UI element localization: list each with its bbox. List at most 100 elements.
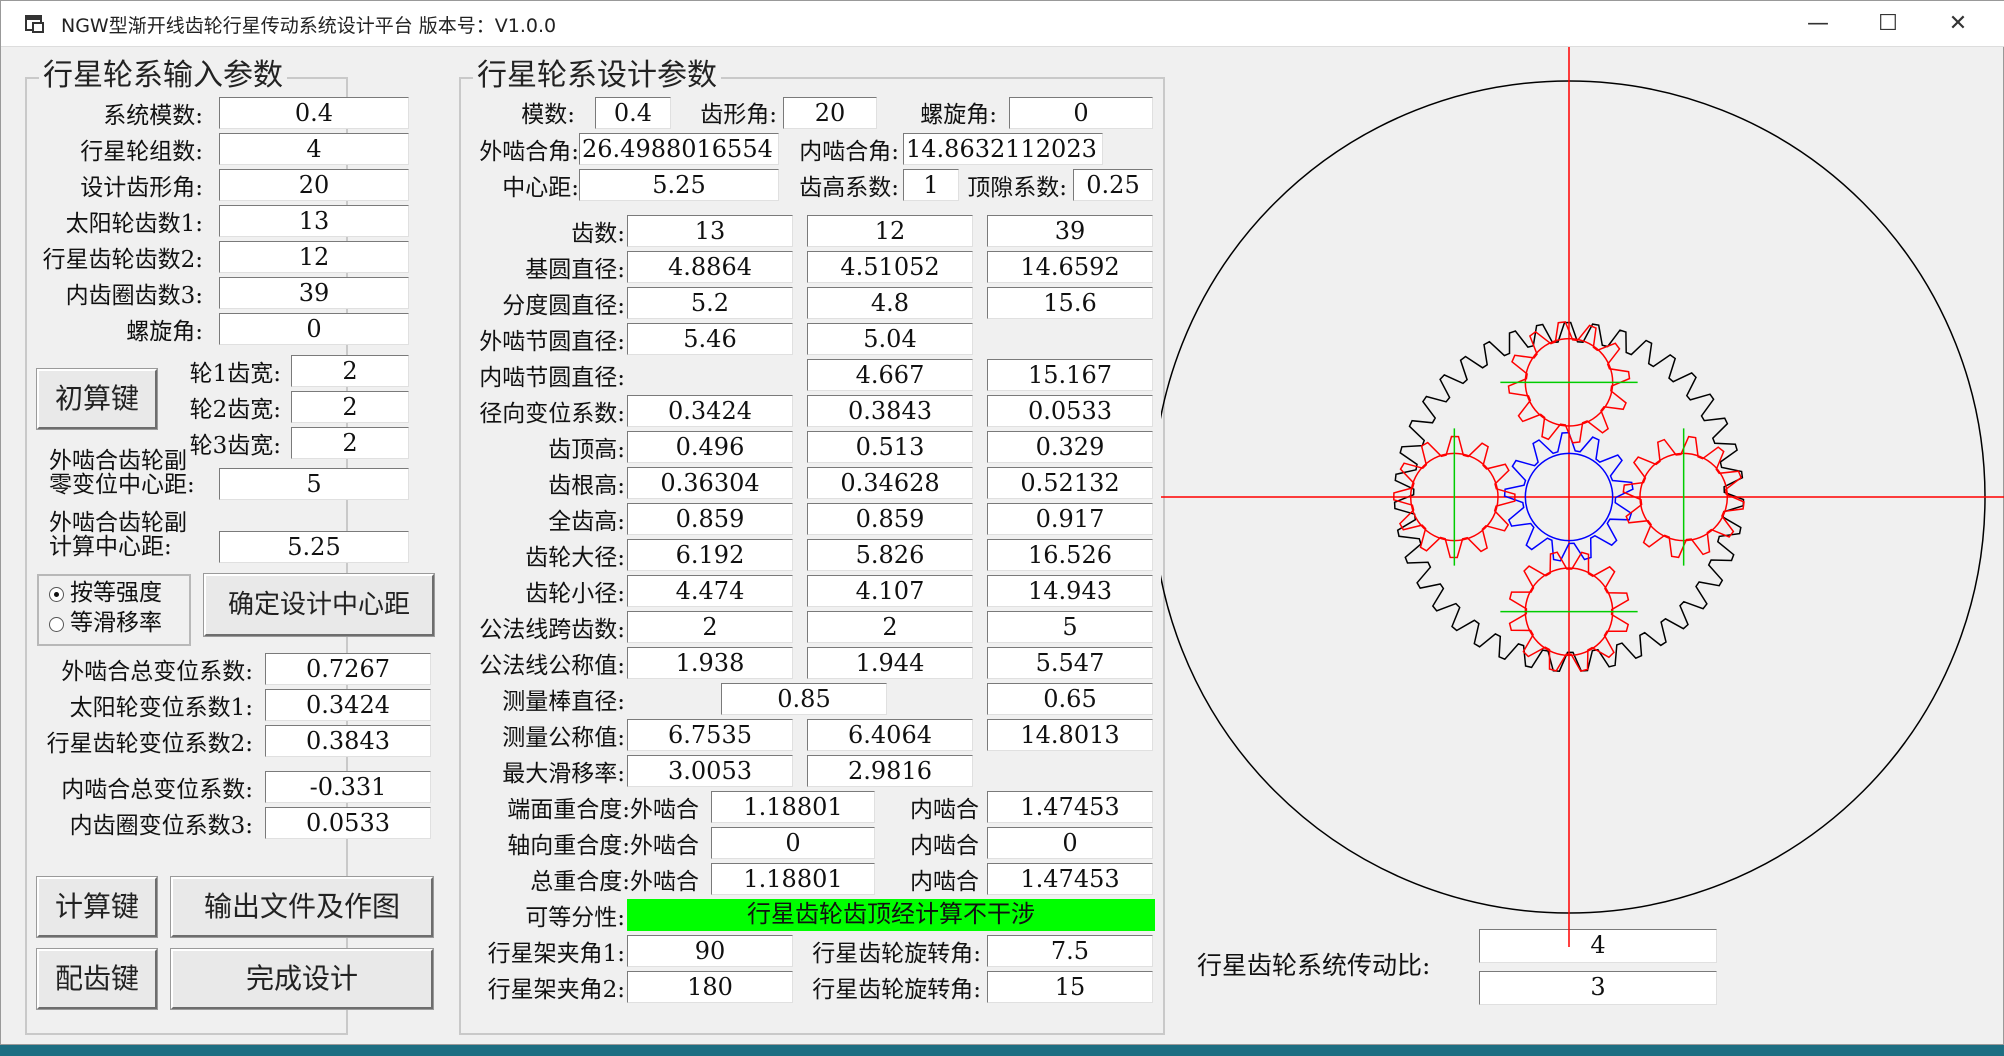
match-teeth-button[interactable]: 配齿键 — [36, 948, 158, 1010]
table-cell-12-2[interactable]: 5.547 — [987, 647, 1153, 679]
input-field-4[interactable]: 12 — [219, 241, 409, 273]
table-cell-10-0[interactable]: 4.474 — [627, 575, 793, 607]
center-field[interactable]: 5.25 — [579, 169, 779, 201]
addendum-label: 齿高系数: — [799, 175, 899, 201]
slide-field-0[interactable]: 3.0053 — [627, 755, 793, 787]
table-cell-5-0[interactable]: 0.3424 — [627, 395, 793, 427]
table-cell-11-1[interactable]: 2 — [807, 611, 973, 643]
minimize-button[interactable]: — — [1783, 1, 1853, 47]
meas-field-0[interactable]: 6.7535 — [627, 719, 793, 751]
table-cell-6-0[interactable]: 0.496 — [627, 431, 793, 463]
table-cell-3-0[interactable]: 5.46 — [627, 323, 793, 355]
table-cell-12-0[interactable]: 1.938 — [627, 647, 793, 679]
axial-int-field[interactable]: 0 — [987, 827, 1153, 859]
table-cell-10-1[interactable]: 4.107 — [807, 575, 973, 607]
width-field-0[interactable]: 2 — [291, 355, 409, 387]
input-field-3[interactable]: 13 — [219, 205, 409, 237]
carrier2-field[interactable]: 180 — [627, 971, 793, 1003]
table-label-9: 齿轮大径: — [525, 545, 625, 571]
shift-label-0: 外啮合总变位系数: — [61, 659, 253, 685]
module-field[interactable]: 0.4 — [595, 97, 671, 129]
radio-equal-strength[interactable]: 按等强度 — [49, 579, 162, 607]
input-field-5[interactable]: 39 — [219, 277, 409, 309]
table-cell-11-0[interactable]: 2 — [627, 611, 793, 643]
shift2-label-1: 内齿圈变位系数3: — [69, 813, 253, 839]
table-cell-9-2[interactable]: 16.526 — [987, 539, 1153, 571]
table-cell-11-2[interactable]: 5 — [987, 611, 1153, 643]
table-cell-7-2[interactable]: 0.52132 — [987, 467, 1153, 499]
width-field-1[interactable]: 2 — [291, 391, 409, 423]
axial-label: 轴向重合度:外啮合 — [507, 833, 699, 859]
radio-dot-icon — [49, 616, 64, 632]
shift-field-1[interactable]: 0.3424 — [265, 689, 431, 721]
clearance-field[interactable]: 0.25 — [1073, 169, 1153, 201]
table-cell-9-0[interactable]: 6.192 — [627, 539, 793, 571]
face-int-field[interactable]: 1.47453 — [987, 791, 1153, 823]
table-cell-5-2[interactable]: 0.0533 — [987, 395, 1153, 427]
input-field-6[interactable]: 0 — [219, 313, 409, 345]
table-label-8: 全齿高: — [548, 509, 625, 535]
total-int-field[interactable]: 1.47453 — [987, 863, 1153, 895]
carrier1-field[interactable]: 90 — [627, 935, 793, 967]
input-field-1[interactable]: 4 — [219, 133, 409, 165]
table-label-3: 外啮节圆直径: — [479, 329, 625, 355]
table-cell-4-1[interactable]: 4.667 — [807, 359, 973, 391]
meas-field-2[interactable]: 14.8013 — [987, 719, 1153, 751]
table-cell-12-1[interactable]: 1.944 — [807, 647, 973, 679]
axial-ext-field[interactable]: 0 — [711, 827, 875, 859]
radio-equal-slip[interactable]: 等滑移率 — [49, 609, 162, 637]
meas-field-1[interactable]: 6.4064 — [807, 719, 973, 751]
table-cell-0-0[interactable]: 13 — [627, 215, 793, 247]
rot2-field[interactable]: 15 — [987, 971, 1153, 1003]
table-cell-0-2[interactable]: 39 — [987, 215, 1153, 247]
table-cell-2-2[interactable]: 15.6 — [987, 287, 1153, 319]
table-cell-8-2[interactable]: 0.917 — [987, 503, 1153, 535]
shift-field-0[interactable]: 0.7267 — [265, 653, 431, 685]
maximize-button[interactable]: ☐ — [1853, 1, 1923, 47]
initial-calc-button[interactable]: 初算键 — [36, 368, 158, 430]
calc-center-field[interactable]: 5.25 — [219, 531, 409, 563]
output-file-button[interactable]: 输出文件及作图 — [170, 876, 434, 938]
shift2-field-1[interactable]: 0.0533 — [265, 807, 431, 839]
confirm-center-button[interactable]: 确定设计中心距 — [203, 573, 435, 637]
table-cell-6-2[interactable]: 0.329 — [987, 431, 1153, 463]
table-cell-3-1[interactable]: 5.04 — [807, 323, 973, 355]
rot2-label: 行星齿轮旋转角: — [812, 977, 981, 1003]
table-cell-2-1[interactable]: 4.8 — [807, 287, 973, 319]
input-field-2[interactable]: 20 — [219, 169, 409, 201]
angle-field[interactable]: 20 — [783, 97, 877, 129]
table-cell-6-1[interactable]: 0.513 — [807, 431, 973, 463]
table-cell-1-1[interactable]: 4.51052 — [807, 251, 973, 283]
compute-button[interactable]: 计算键 — [36, 876, 158, 938]
table-cell-1-2[interactable]: 14.6592 — [987, 251, 1153, 283]
shift-field-2[interactable]: 0.3843 — [265, 725, 431, 757]
table-cell-10-2[interactable]: 14.943 — [987, 575, 1153, 607]
finish-design-button[interactable]: 完成设计 — [170, 948, 434, 1010]
width-field-2[interactable]: 2 — [291, 427, 409, 459]
table-cell-8-1[interactable]: 0.859 — [807, 503, 973, 535]
table-cell-0-1[interactable]: 12 — [807, 215, 973, 247]
table-cell-7-1[interactable]: 0.34628 — [807, 467, 973, 499]
table-cell-2-0[interactable]: 5.2 — [627, 287, 793, 319]
zero-center-field[interactable]: 5 — [219, 468, 409, 500]
table-cell-4-2[interactable]: 15.167 — [987, 359, 1153, 391]
table-cell-5-1[interactable]: 0.3843 — [807, 395, 973, 427]
rot1-field[interactable]: 7.5 — [987, 935, 1153, 967]
addendum-field[interactable]: 1 — [903, 169, 959, 201]
ext-angle-field[interactable]: 26.4988016554 — [579, 133, 779, 165]
rod-field-3[interactable]: 0.65 — [987, 683, 1153, 715]
helix-field[interactable]: 0 — [1009, 97, 1153, 129]
shift2-field-0[interactable]: -0.331 — [265, 771, 431, 803]
table-cell-1-0[interactable]: 4.8864 — [627, 251, 793, 283]
total-ext-field[interactable]: 1.18801 — [711, 863, 875, 895]
table-cell-9-1[interactable]: 5.826 — [807, 539, 973, 571]
table-cell-8-0[interactable]: 0.859 — [627, 503, 793, 535]
input-field-0[interactable]: 0.4 — [219, 97, 409, 129]
int-angle-field[interactable]: 14.8632112023 — [903, 133, 1103, 165]
input-label-0: 系统模数: — [103, 103, 203, 129]
face-ext-field[interactable]: 1.18801 — [711, 791, 875, 823]
slide-field-1[interactable]: 2.9816 — [807, 755, 973, 787]
rod-field-12[interactable]: 0.85 — [721, 683, 887, 715]
close-button[interactable]: ✕ — [1923, 1, 1993, 47]
table-cell-7-0[interactable]: 0.36304 — [627, 467, 793, 499]
